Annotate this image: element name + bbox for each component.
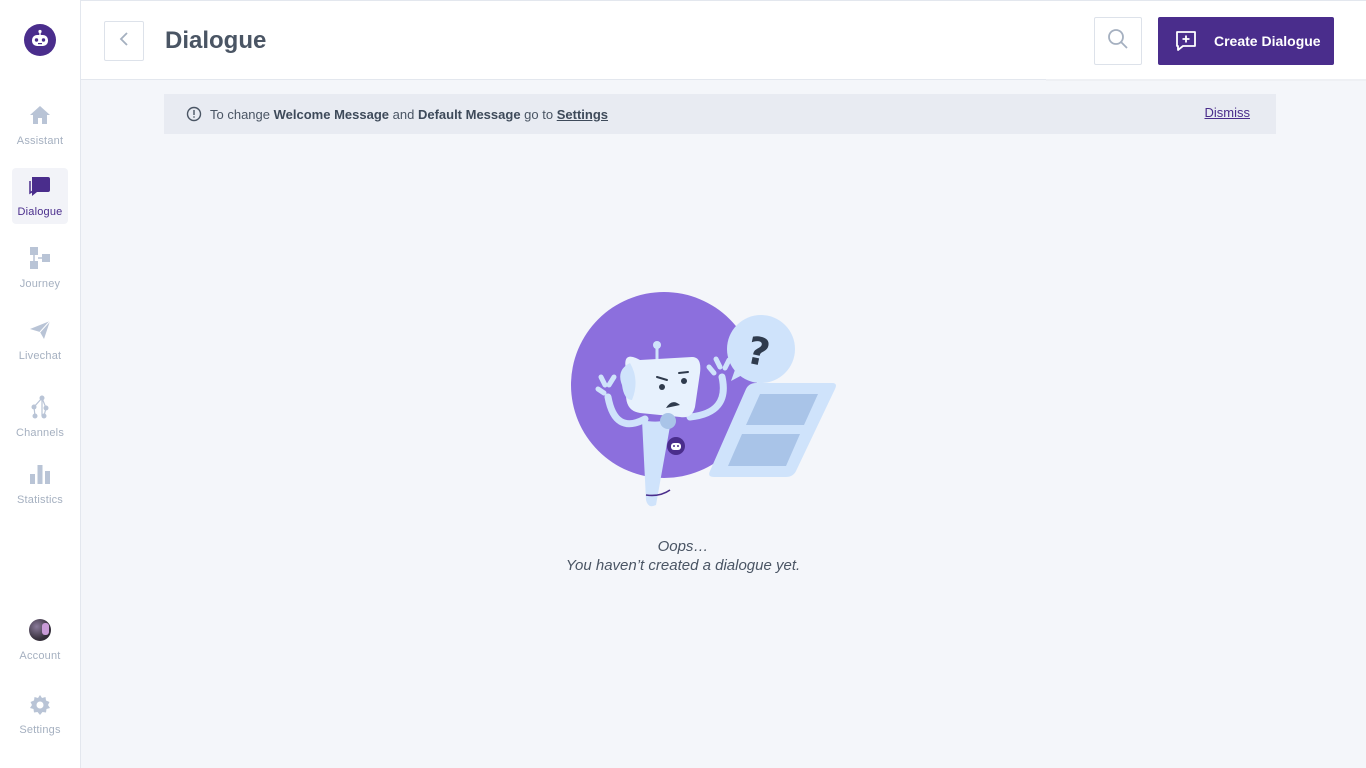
home-icon <box>28 103 52 127</box>
back-button[interactable] <box>104 21 144 61</box>
notice-prefix: To change <box>210 106 270 122</box>
notice-welcome-message: Welcome Message <box>273 106 389 122</box>
empty-state-title: Oops… <box>657 538 709 555</box>
sidebar-item-dialogue[interactable]: Dialogue <box>12 168 68 224</box>
sidebar-item-label: Account <box>19 650 61 662</box>
chat-bubble-icon <box>28 174 52 198</box>
empty-state-illustration: ? <box>560 285 850 515</box>
channels-icon <box>28 395 52 419</box>
sidebar-item-account[interactable]: Account <box>12 612 68 668</box>
sidebar-item-livechat[interactable]: Livechat <box>12 312 68 368</box>
header-divider <box>1046 79 1366 81</box>
chevron-left-icon <box>119 31 129 51</box>
notice-goto: go to <box>524 106 554 122</box>
bot-logo-icon[interactable] <box>24 24 56 56</box>
empty-state-subtitle: You haven’t created a dialogue yet. <box>565 557 801 574</box>
settings-link[interactable]: Settings <box>557 107 608 122</box>
sidebar-item-statistics[interactable]: Statistics <box>12 456 68 512</box>
sidebar-item-label: Settings <box>19 724 61 736</box>
sidebar: Assistant Dialogue Journey Livechat Chan… <box>0 0 81 768</box>
sidebar-item-assistant[interactable]: Assistant <box>12 97 68 153</box>
paper-plane-icon <box>28 318 52 342</box>
dismiss-link[interactable]: Dismiss <box>1205 105 1251 120</box>
create-dialogue-button[interactable]: Create Dialogue <box>1158 17 1334 65</box>
sidebar-item-label: Livechat <box>18 350 62 362</box>
sidebar-item-label: Dialogue <box>17 206 63 218</box>
sidebar-item-label: Journey <box>19 278 61 290</box>
avatar <box>28 618 52 642</box>
add-chat-icon <box>1175 30 1197 52</box>
search-icon <box>1107 28 1129 55</box>
info-icon <box>186 106 202 122</box>
sidebar-item-channels[interactable]: Channels <box>12 389 68 445</box>
notice-default-message: Default Message <box>417 106 521 122</box>
sidebar-item-label: Statistics <box>16 494 63 506</box>
sidebar-item-label: Channels <box>15 427 65 439</box>
create-dialogue-label: Create Dialogue <box>1214 33 1321 49</box>
page-header: Dialogue Create Dialogue <box>81 0 1366 80</box>
page-title: Dialogue <box>165 27 267 54</box>
notice-and: and <box>392 106 415 122</box>
info-notice: To change Welcome Message and Default Me… <box>164 94 1276 134</box>
sidebar-item-settings[interactable]: Settings <box>12 688 68 744</box>
bar-chart-icon <box>28 462 52 486</box>
sidebar-item-journey[interactable]: Journey <box>12 240 68 296</box>
sidebar-item-label: Assistant <box>16 135 64 147</box>
notice-text: To change Welcome Message and Default Me… <box>210 107 608 122</box>
search-button[interactable] <box>1094 17 1142 65</box>
flow-icon <box>28 246 52 270</box>
gear-icon <box>28 694 52 718</box>
